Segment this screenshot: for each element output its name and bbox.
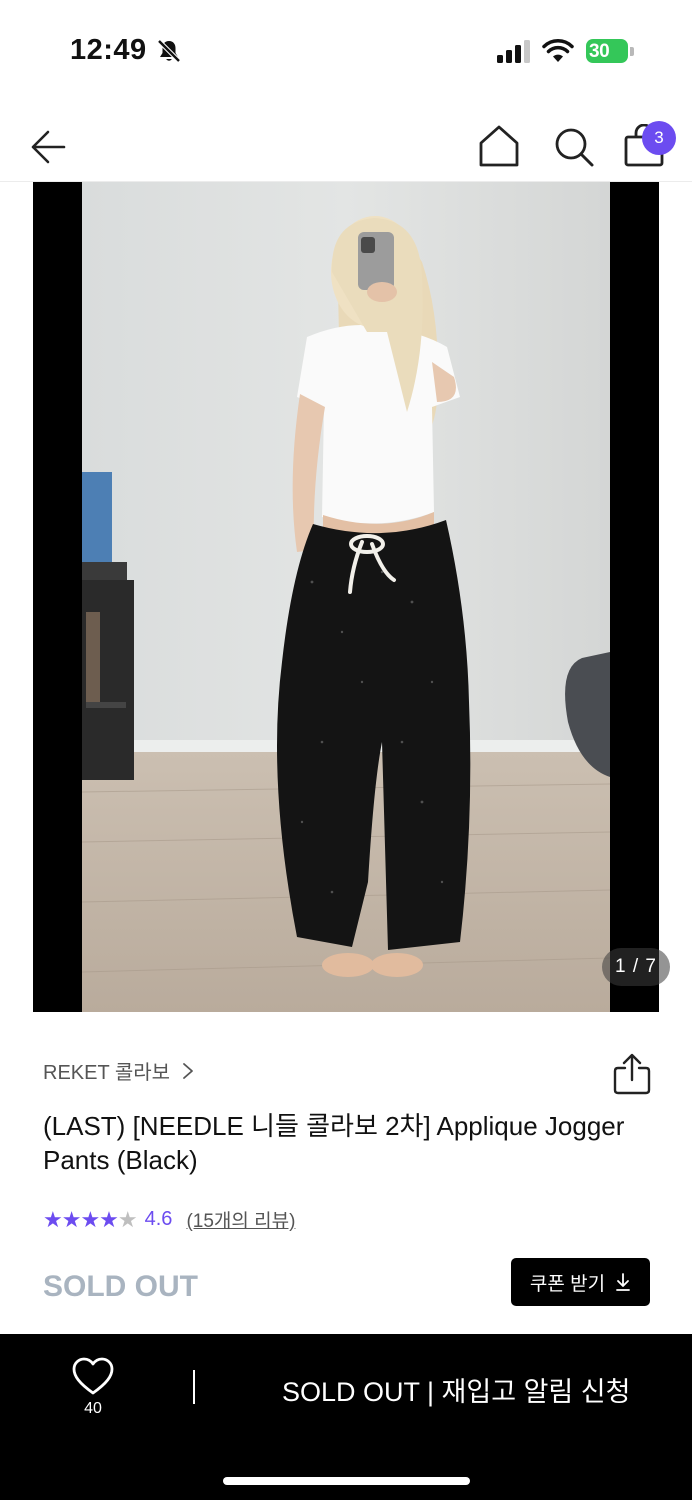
arrow-left-icon[interactable]	[28, 126, 68, 166]
share-icon[interactable]	[612, 1052, 652, 1096]
chevron-right-icon	[183, 1062, 193, 1079]
product-image-gallery[interactable]	[33, 182, 659, 1012]
product-title: (LAST) [NEEDLE 니들 콜라보 2차] Applique Jogge…	[43, 1111, 625, 1175]
download-icon	[616, 1273, 630, 1291]
battery-charging-icon: 30	[586, 39, 636, 65]
battery-level: 30	[589, 41, 610, 62]
restock-alert-button[interactable]: SOLD OUT | 재입고 알림 신청	[282, 1370, 630, 1409]
rating-row: ★★★★★ 4.6 (15개의 리뷰)	[43, 1206, 295, 1233]
coupon-label: 쿠폰 받기	[529, 1273, 606, 1295]
like-count: 40	[84, 1400, 102, 1417]
cellular-signal-icon	[497, 40, 530, 63]
wifi-icon	[542, 39, 574, 62]
search-icon[interactable]	[553, 126, 595, 168]
brand-name: REKET 콜라보	[43, 1062, 171, 1084]
review-count-link[interactable]: (15개의 리뷰)	[186, 1206, 295, 1233]
rating-value: 4.6	[144, 1208, 173, 1230]
home-indicator[interactable]	[223, 1477, 470, 1485]
home-icon[interactable]	[478, 124, 520, 168]
bell-slash-icon	[157, 39, 181, 63]
status-time: 12:49	[70, 34, 147, 66]
heart-icon[interactable]	[71, 1356, 115, 1396]
rating-stars: ★★★★★	[43, 1206, 138, 1232]
product-photo	[82, 182, 610, 1012]
coupon-download-button[interactable]: 쿠폰 받기	[511, 1258, 650, 1306]
cart-count-badge: 3	[642, 121, 676, 155]
brand-link[interactable]: REKET 콜라보	[43, 1056, 194, 1085]
image-counter: 1 / 7	[602, 948, 670, 986]
bar-divider	[193, 1370, 195, 1404]
sold-out-label: SOLD OUT	[43, 1270, 198, 1303]
